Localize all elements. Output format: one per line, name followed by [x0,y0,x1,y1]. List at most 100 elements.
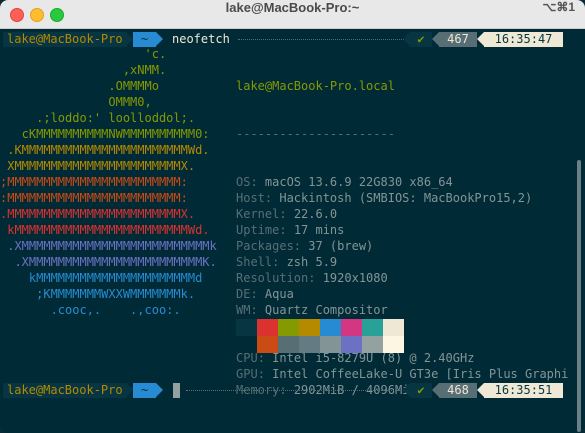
info-row: WM: Quartz Compositor [236,303,388,317]
info-value: 37 (brew) [308,239,374,253]
info-row: Resolution: 1920x1080 [236,271,388,285]
info-key: Uptime [236,223,280,237]
logo-line: .;loddo:' loolloddol;. [0,111,196,125]
logo-line: .KMMMMMMMMMMMMMMMMMMMMMMMWd. [0,143,210,157]
powerline-arrow-icon [126,32,133,46]
logo-line: ;KMMMMMMMWXXWMMMMMMMk. [0,287,196,301]
logo-line: ;MMMMMMMMMMMMMMMMMMMMMMMM: [0,175,188,189]
logo-line: cKMMMMMMMMMMNWMMMMMMMMMM0: [0,127,210,141]
terminal-window: lake@MacBook-Pro:~ ⌥⌘1 lake@MacBook-Pro … [0,0,585,433]
color-swatch [320,319,341,336]
ascii-logo: 'c. ,xNMM. .OMMMMo OMMM0, .;loddo:' lool… [0,46,235,318]
prompt-dir-segment: ~ [133,32,157,47]
info-value: Aqua [264,287,294,301]
window-title: lake@MacBook-Pro:~ [225,0,360,15]
color-swatch [362,336,383,353]
info-value: 22.6.0 [293,207,338,221]
info-value: zsh 5.9 [286,255,338,269]
prompt-dir-segment: ~ [133,383,157,398]
info-host-header: lake@MacBook-Pro.local [236,79,395,93]
title-bar: lake@MacBook-Pro:~ ⌥⌘1 [0,0,585,29]
logo-line: .MMMMMMMMMMMMMMMMMMMMMMMMX. [0,207,196,221]
status-ok-icon: ✔ [410,32,432,47]
window-shortcut-label: ⌥⌘1 [542,0,575,14]
info-key: CPU [236,351,258,365]
info-row: Packages: 37 (brew) [236,239,374,253]
color-swatch [299,319,320,336]
powerline-arrow-icon [403,32,410,46]
logo-line: .OMMMMo [0,79,159,93]
info-key: Kernel [236,207,280,221]
powerline-arrow-icon [403,383,410,397]
color-swatch [236,336,257,353]
info-row: Shell: zsh 5.9 [236,255,338,269]
powerline-arrow-icon [126,383,133,397]
info-key: OS [236,175,251,189]
powerline-arrow-icon [432,383,439,397]
history-count: 468 [439,383,477,398]
logo-line: .XMMMMMMMMMMMMMMMMMMMMMMMMMMk [0,239,217,253]
powerline-arrow-icon [477,383,484,397]
powerline-arrow-icon [156,383,163,397]
history-count: 467 [439,32,477,47]
info-key: WM [236,303,251,317]
color-swatch [320,336,341,353]
logo-line: .cooc,. .,coo:. [0,303,181,317]
color-swatch [362,319,383,336]
info-key: Resolution [236,271,309,285]
logo-line: .XMMMMMMMMMMMMMMMMMMMMMMMMK. [0,255,217,269]
info-key: Host [236,191,265,205]
info-row: GPU: Intel CoffeeLake-U GT3e [Iris Plus … [236,367,569,381]
info-row: DE: Aqua [236,287,294,301]
color-swatch [278,336,299,353]
logo-line: :MMMMMMMMMMMMMMMMMMMMMMMM: [0,191,188,205]
system-info: lake@MacBook-Pro.local -----------------… [236,46,568,397]
info-value: Hackintosh (SMBIOS: MacBookPro15,2) [279,191,533,205]
prompt-time: 16:35:47 [484,32,563,47]
info-value: Quartz Compositor [264,303,388,317]
color-swatch [278,319,299,336]
prompt-fill-dots [238,39,406,41]
info-value: macOS 13.6.9 22G830 x86_64 [264,175,453,189]
color-swatch [383,319,404,336]
info-row: OS: macOS 13.6.9 22G830 x86_64 [236,175,453,189]
powerline-arrow-icon [432,32,439,46]
color-swatch [383,336,404,353]
info-row: Kernel: 22.6.0 [236,207,338,221]
info-key: Shell [236,255,273,269]
info-row: Uptime: 17 mins [236,223,345,237]
color-swatch [299,336,320,353]
info-key: GPU [236,367,258,381]
info-key: DE [236,287,251,301]
right-prompt: ✔ 467 16:35:47 [403,32,573,47]
status-ok-icon: ✔ [410,383,432,398]
color-swatch [257,336,278,353]
prompt-user-segment: lake@MacBook-Pro [3,383,127,398]
info-row: Host: Hackintosh (SMBIOS: MacBookPro15,2… [236,191,533,205]
prompt-user-segment: lake@MacBook-Pro [3,32,127,47]
logo-line: 'c. [0,47,167,61]
prompt-fill-dots [186,390,406,392]
powerline-arrow-icon [477,32,484,46]
info-key: Packages [236,239,294,253]
right-prompt: ✔ 468 16:35:51 [403,383,573,398]
logo-line: OMMM0, [0,95,152,109]
prompt-time: 16:35:51 [484,383,563,398]
vertical-scrollbar[interactable] [577,160,581,432]
info-value: Intel i5-8279U (8) @ 2.40GHz [272,351,475,365]
color-swatch [236,319,257,336]
info-value: 17 mins [293,223,345,237]
logo-line: XMMMMMMMMMMMMMMMMMMMMMMMX. [0,159,196,173]
terminal-content[interactable]: lake@MacBook-Pro ~ neofetch ✔ 467 16:35:… [0,28,585,433]
info-separator: ---------------------- [236,127,395,141]
color-swatch [257,319,278,336]
info-value: Intel CoffeeLake-U GT3e [Iris Plus Graph… [272,367,569,381]
logo-line: kMMMMMMMMMMMMMMMMMMMMMMMMWd. [0,223,210,237]
info-value: 1920x1080 [322,271,388,285]
logo-line: kMMMMMMMMMMMMMMMMMMMMMMd [0,271,203,285]
color-swatch [341,336,362,353]
text-cursor [173,383,180,398]
prompt-line: lake@MacBook-Pro ~ ✔ 468 16:35:51 [0,382,573,399]
powerline-arrow-icon [156,32,163,46]
logo-line: ,xNMM. [0,63,167,77]
